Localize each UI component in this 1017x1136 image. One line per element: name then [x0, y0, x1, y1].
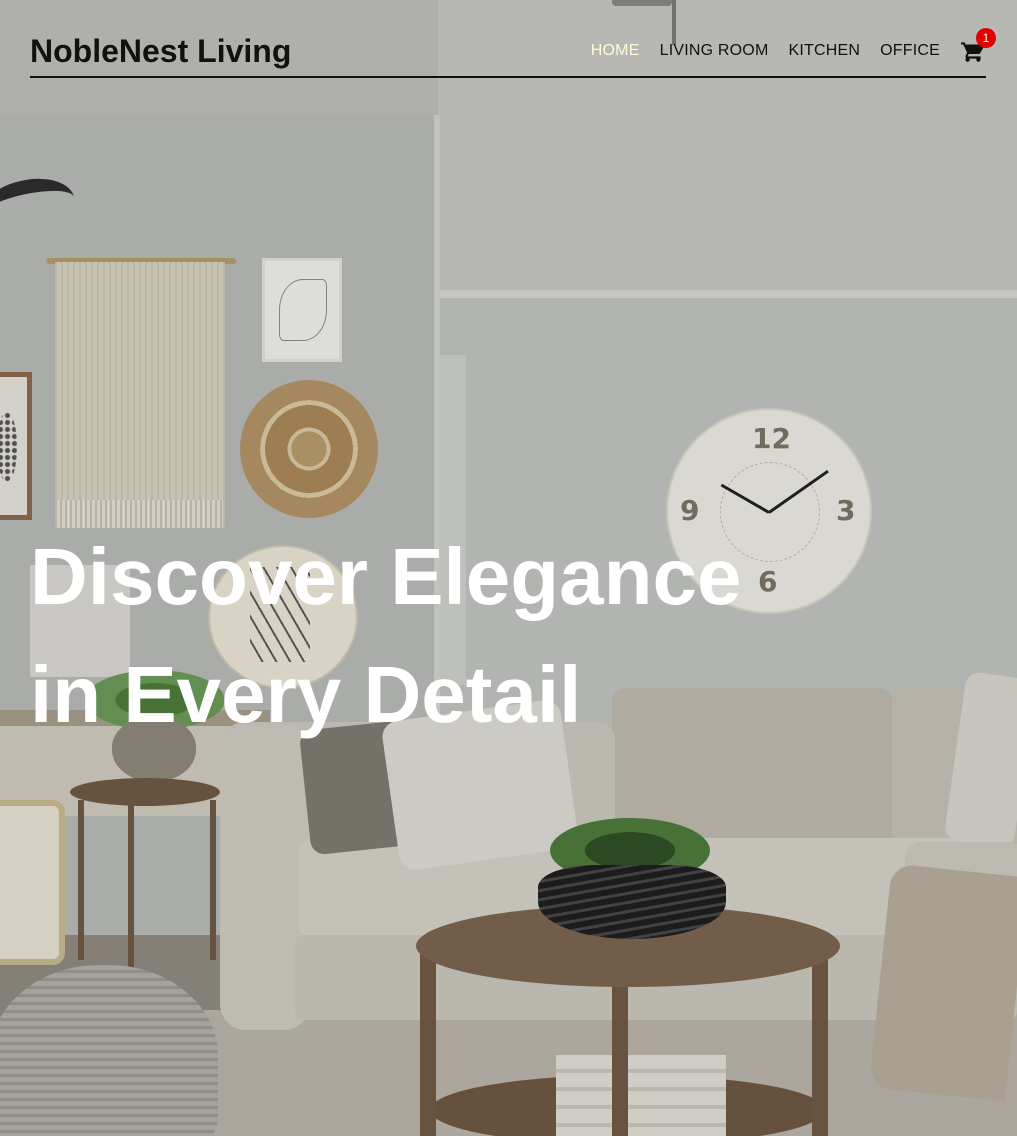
navbar: NobleNest Living HOME LIVING ROOM KITCHE… — [30, 28, 996, 78]
cart-button[interactable]: 1 — [960, 28, 996, 64]
hero-headline-line-1: Discover Elegance — [30, 532, 742, 621]
cart-count-badge: 1 — [976, 28, 996, 48]
nav-links: HOME LIVING ROOM KITCHEN OFFICE 1 — [591, 28, 996, 64]
brand-logo[interactable]: NobleNest Living — [30, 35, 291, 67]
nav-link-living-room[interactable]: LIVING ROOM — [660, 42, 769, 60]
nav-link-office[interactable]: OFFICE — [880, 42, 940, 60]
hero-headline: Discover Elegance in Every Detail — [30, 518, 830, 754]
nav-link-home[interactable]: HOME — [591, 42, 640, 60]
hero-headline-line-2: in Every Detail — [30, 650, 582, 739]
hero-section: 12 3 6 9 NobleNest Living HOME LIVING RO… — [0, 0, 1017, 1136]
nav-link-kitchen[interactable]: KITCHEN — [788, 42, 860, 60]
